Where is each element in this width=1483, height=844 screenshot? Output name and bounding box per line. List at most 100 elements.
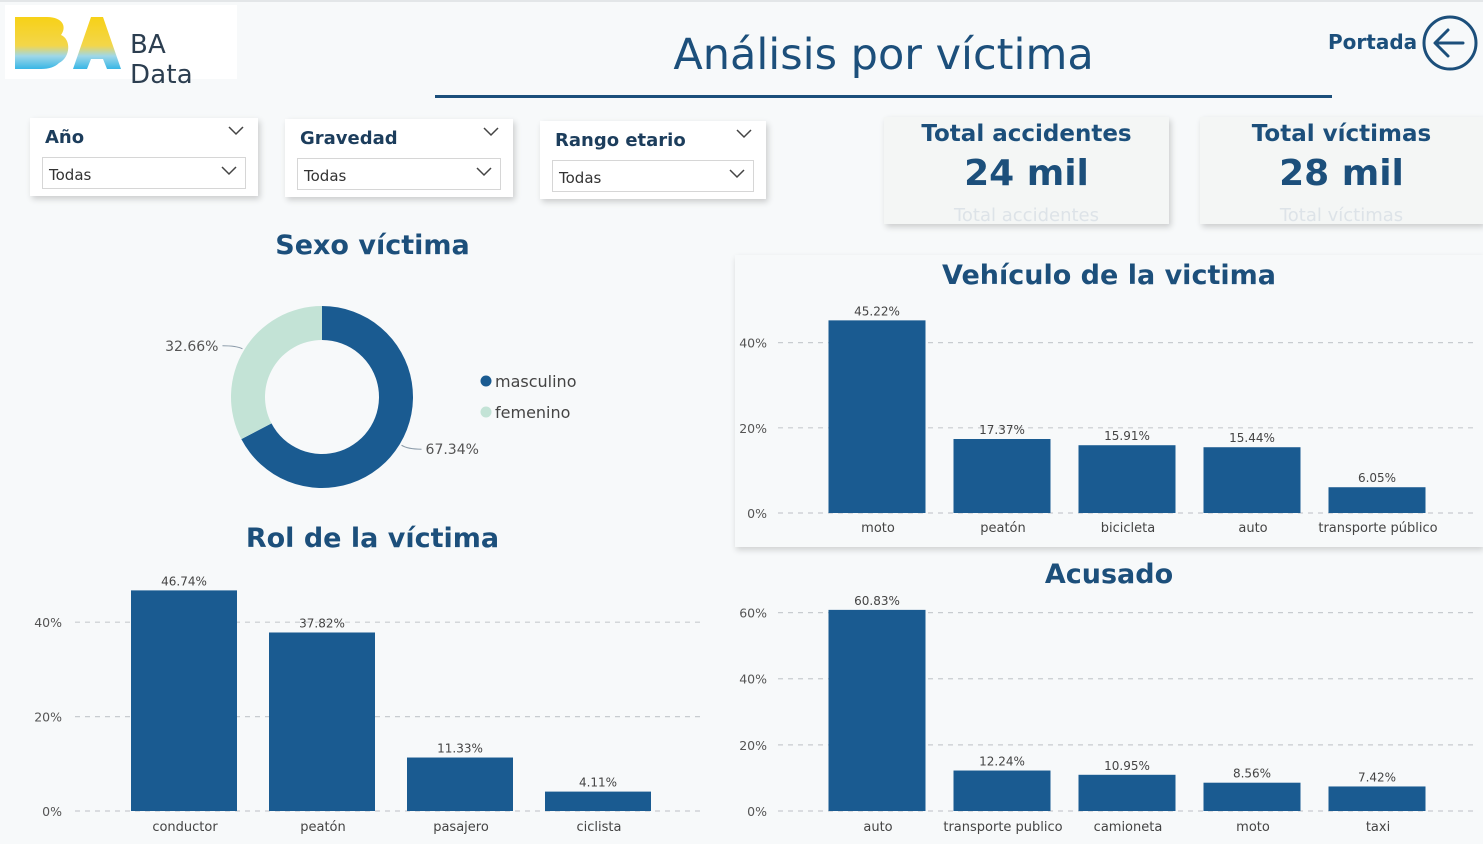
bar (828, 320, 926, 513)
y-tick-label: 20% (739, 738, 767, 753)
ba-logo-icon (15, 17, 121, 69)
legend-label: femenino (495, 403, 570, 422)
x-tick-label: moto (1236, 820, 1270, 835)
data-label: 32.66% (165, 339, 218, 355)
legend-label: masculino (495, 372, 576, 391)
bar (953, 770, 1051, 811)
bar (1203, 782, 1301, 811)
donut-chart: 67.34% 32.66% masculino femenino (165, 306, 576, 488)
chevron-down-icon (476, 167, 492, 177)
chart-sexo-victima: Sexo víctima 67.34% 32.66% masculino femeni… (155, 225, 590, 525)
data-label: 15.44% (1229, 431, 1275, 445)
legend-marker (480, 406, 492, 418)
y-tick-label: 40% (34, 615, 62, 630)
bar (407, 757, 513, 811)
y-tick-label: 20% (34, 710, 62, 725)
filter-label: Año (45, 127, 85, 148)
filter-gravedad[interactable]: Gravedad Todas (285, 119, 513, 197)
x-tick-label: ciclista (577, 820, 622, 835)
bar (1203, 447, 1301, 513)
filter-gravedad-dropdown[interactable]: Todas (297, 158, 501, 190)
page-title: Análisis por víctima (673, 30, 1094, 80)
data-label: 67.34% (426, 442, 479, 458)
y-tick-label: 0% (747, 506, 767, 521)
chevron-down-icon[interactable] (736, 129, 752, 139)
bar (953, 439, 1051, 513)
y-tick-label: 40% (739, 672, 767, 687)
y-tick-label: 60% (739, 606, 767, 621)
bar (269, 632, 375, 811)
filter-value: Todas (559, 169, 602, 187)
data-label: 60.83% (854, 594, 900, 608)
top-border (0, 0, 1483, 2)
filter-rango-etario-dropdown[interactable]: Todas (552, 160, 754, 192)
arrow-left-icon (1422, 15, 1478, 71)
bar (1078, 445, 1176, 513)
x-tick-label: camioneta (1094, 820, 1163, 835)
x-tick-label: pasajero (433, 820, 489, 835)
data-label: 45.22% (854, 304, 900, 318)
filter-anio-dropdown[interactable]: Todas (42, 157, 246, 189)
kpi-value: 24 mil (964, 153, 1089, 194)
donut-slice (231, 306, 322, 440)
kpi-value: 28 mil (1279, 153, 1404, 194)
bar-chart: 0% 20% 40% 46.74% conductor 37.82% peatón 11.33… (34, 574, 705, 835)
filter-label: Gravedad (300, 128, 398, 149)
bar-chart: 0% 20% 40% 60% 60.83% auto 12.24% transporte pu… (739, 594, 1478, 835)
chart-rol-victima: Rol de la víctima 0% 20% 40% 46.74% conducto… (0, 515, 720, 844)
bar (545, 791, 651, 811)
chevron-down-icon (729, 169, 745, 179)
x-tick-label: auto (863, 820, 892, 835)
chevron-down-icon[interactable] (483, 127, 499, 137)
data-label: 46.74% (161, 574, 207, 588)
filter-rango-etario[interactable]: Rango etario Todas (540, 121, 766, 199)
y-tick-label: 20% (739, 421, 767, 436)
chevron-down-icon[interactable] (228, 126, 244, 136)
bar (1328, 786, 1426, 811)
y-tick-label: 0% (747, 804, 767, 819)
bar (1078, 774, 1176, 811)
filter-anio[interactable]: Año Todas (30, 118, 258, 196)
x-tick-label: auto (1238, 521, 1267, 536)
data-label: 37.82% (299, 616, 345, 630)
data-label: 11.33% (437, 742, 483, 756)
x-tick-label: taxi (1366, 820, 1390, 835)
back-button[interactable] (1421, 14, 1479, 72)
portada-label: Portada (1328, 30, 1418, 54)
x-tick-label: transporte publico (943, 820, 1062, 835)
bar (1328, 487, 1426, 513)
x-tick-label: peatón (300, 820, 346, 835)
bar-chart: 0% 20% 40% 45.22% moto 17.37% peatón 15.91% bici… (739, 304, 1478, 536)
filter-value: Todas (304, 167, 347, 185)
data-label: 12.24% (979, 755, 1025, 769)
kpi-label: Total víctimas (1251, 121, 1432, 147)
kpi-total-accidentes: Total accidentes 24 mil Total accidentes (884, 117, 1169, 224)
bar (131, 590, 237, 811)
kpi-label: Total accidentes (921, 121, 1132, 147)
legend-marker (480, 375, 492, 387)
leader-line (222, 345, 243, 350)
x-tick-label: peatón (980, 521, 1026, 536)
chart-vehiculo-victima: Vehículo de la victima 0% 20% 40% 45.22% mot… (735, 255, 1483, 547)
data-label: 17.37% (979, 423, 1025, 437)
kpi-total-victimas: Total víctimas 28 mil Total víctimas (1200, 117, 1483, 224)
data-label: 7.42% (1358, 770, 1396, 784)
data-label: 4.11% (579, 776, 617, 790)
data-label: 8.56% (1233, 767, 1271, 781)
kpi-ghost-label: Total accidentes (953, 205, 1099, 224)
chart-acusado: Acusado 0% 20% 40% 60% 60.83% auto 12.24% trans… (735, 555, 1483, 844)
logo-text: BA Data (130, 30, 193, 90)
x-tick-label: bicicleta (1101, 521, 1155, 536)
chevron-down-icon (221, 166, 237, 176)
leader-line (401, 444, 422, 450)
kpi-ghost-label: Total víctimas (1279, 205, 1404, 224)
filter-value: Todas (49, 166, 92, 184)
x-tick-label: moto (861, 521, 895, 536)
x-tick-label: conductor (152, 820, 218, 835)
x-tick-label: transporte público (1318, 521, 1437, 536)
data-label: 6.05% (1358, 471, 1396, 485)
ba-data-logo[interactable]: BA Data (5, 5, 237, 90)
title-underline (435, 95, 1332, 98)
y-tick-label: 40% (739, 336, 767, 351)
bar (828, 609, 926, 811)
